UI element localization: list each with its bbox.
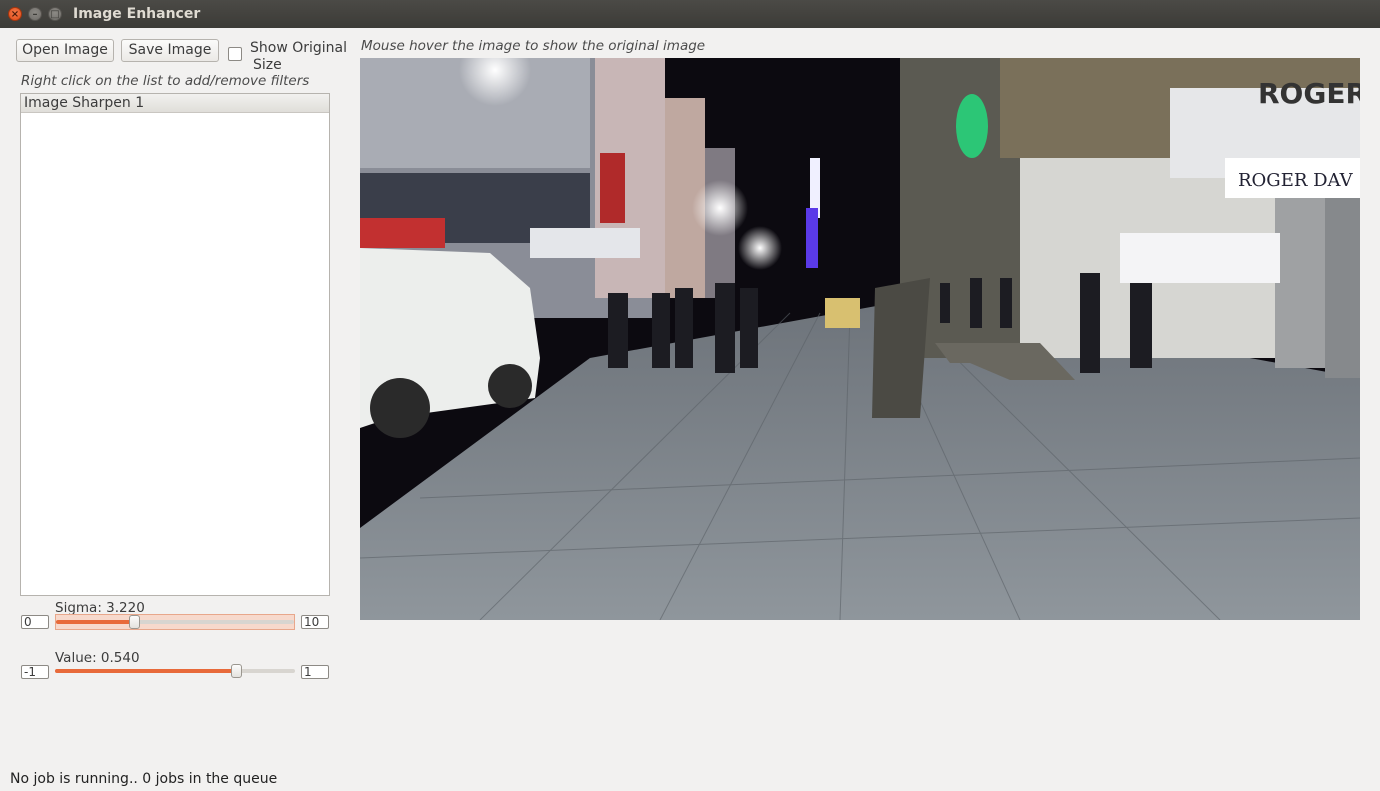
value-slider-fill (55, 669, 237, 673)
svg-text:ROGER DAV: ROGER DAV (1238, 170, 1354, 191)
sigma-slider[interactable] (55, 614, 295, 630)
close-window-button[interactable]: × (8, 7, 22, 21)
sigma-max-field[interactable]: 10 (301, 615, 329, 629)
image-hover-hint: Mouse hover the image to show the origin… (361, 38, 706, 54)
filter-list[interactable]: Image Sharpen 1 (20, 93, 330, 596)
sigma-slider-handle[interactable] (129, 615, 141, 629)
show-original-size-checkbox[interactable] (228, 47, 242, 61)
maximize-window-button[interactable]: □ (48, 7, 62, 21)
svg-text:ROGER: ROGER (1258, 77, 1360, 110)
filter-item-label: Image Sharpen 1 (24, 95, 145, 111)
status-bar-text: No job is running.. 0 jobs in the queue (10, 771, 278, 787)
street-photo: ROGER ROGER DAV (360, 58, 1360, 620)
image-preview[interactable]: ROGER ROGER DAV (360, 58, 1360, 620)
list-item[interactable]: Image Sharpen 1 (21, 94, 329, 113)
value-slider[interactable] (55, 664, 295, 680)
minimize-icon: – (32, 9, 38, 20)
minimize-window-button[interactable]: – (28, 7, 42, 21)
value-max-field[interactable]: 1 (301, 665, 329, 679)
show-original-size-label[interactable]: Show Original Size (250, 40, 350, 74)
maximize-icon: □ (50, 9, 60, 20)
window-title: Image Enhancer (73, 6, 201, 22)
open-image-button[interactable]: Open Image (16, 39, 114, 62)
save-image-button[interactable]: Save Image (121, 39, 219, 62)
filter-list-hint: Right click on the list to add/remove fi… (21, 73, 310, 89)
sigma-slider-fill (56, 620, 135, 624)
close-icon: × (10, 9, 20, 20)
value-slider-handle[interactable] (231, 664, 243, 678)
show-original-size-label-line2: Size (253, 57, 282, 73)
value-min-field[interactable]: -1 (21, 665, 49, 679)
sigma-min-field[interactable]: 0 (21, 615, 49, 629)
window-titlebar: × – □ Image Enhancer (0, 0, 1380, 28)
show-original-size-label-line1: Show Original (250, 40, 348, 56)
